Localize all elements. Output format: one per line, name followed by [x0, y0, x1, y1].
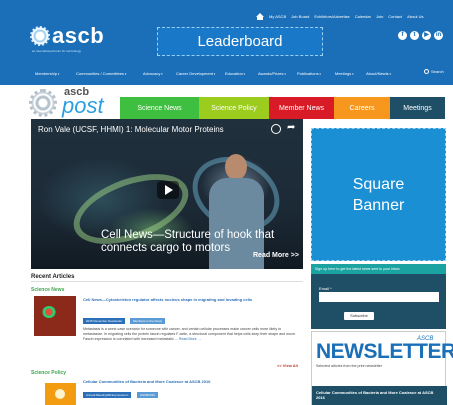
tab-meetings[interactable]: Meetings: [390, 97, 445, 119]
article-thumbnail[interactable]: [34, 296, 76, 336]
nav-membership[interactable]: Membership: [35, 71, 59, 76]
top-link-my-ascb[interactable]: My ASCB: [269, 14, 286, 19]
search-button[interactable]: Search: [424, 69, 444, 74]
youtube-icon[interactable]: ▶: [422, 31, 431, 40]
search-label: Search: [431, 69, 444, 74]
share-icon[interactable]: ➦: [287, 123, 295, 133]
post-category-tabs: Science News Science Policy Member News …: [120, 97, 445, 119]
search-icon: [424, 69, 429, 74]
newsletter-featured-title[interactable]: Cellular Communities of Bacteria and Mor…: [312, 386, 447, 405]
twitter-icon[interactable]: t: [410, 31, 419, 40]
video-read-more-link[interactable]: Read More >>: [253, 252, 299, 259]
article-excerpt: Metastasis is a worst-case scenario for …: [83, 327, 301, 342]
article-title[interactable]: Cell News—Cytoskeleton regulator affects…: [83, 297, 298, 302]
subscribe-button[interactable]: Subscribe: [344, 312, 374, 320]
watch-later-icon[interactable]: [271, 124, 281, 134]
logo-subtext: an international forum for cell biology: [32, 49, 82, 53]
linkedin-icon[interactable]: in: [434, 31, 443, 40]
tab-science-news[interactable]: Science News: [120, 97, 199, 119]
nav-career-development[interactable]: Career Development: [176, 71, 215, 76]
signup-heading: Sign up here to get the latest news sent…: [311, 264, 446, 274]
square-banner-line1: Square: [352, 175, 405, 193]
tab-careers[interactable]: Careers: [334, 97, 390, 119]
top-link-contact[interactable]: Contact: [388, 14, 402, 19]
nav-education[interactable]: Education: [225, 71, 245, 76]
nav-publications[interactable]: Publications: [297, 71, 321, 76]
top-links: My ASCB Job Board Exhibitors/Advertise C…: [256, 13, 424, 20]
ascb-logo[interactable]: ascb an international forum for cell bio…: [28, 24, 138, 54]
play-button[interactable]: [157, 181, 179, 199]
square-banner-line2: Banner: [352, 196, 405, 214]
email-field[interactable]: [319, 292, 439, 302]
featured-video[interactable]: Ron Vale (UCSF, HHMI) 1: Molecular Motor…: [31, 119, 303, 269]
site-header: My ASCB Job Board Exhibitors/Advertise C…: [0, 0, 453, 85]
logo-text: ascb: [52, 23, 105, 48]
top-link-calendar[interactable]: Calendar: [355, 14, 371, 19]
ascb-post-logo[interactable]: ascb post: [28, 86, 118, 118]
post-logo-word: post: [62, 93, 104, 118]
science-policy-label[interactable]: Science Policy: [31, 370, 66, 376]
tag-badge[interactable]: Annual Meeting/Minisymposium: [83, 392, 132, 398]
nav-communities[interactable]: Communities / Committees: [76, 71, 126, 76]
top-link-job-board[interactable]: Job Board: [291, 14, 309, 19]
ascb-post-flower-icon: [28, 88, 58, 118]
email-label: Email *: [319, 286, 332, 291]
home-icon[interactable]: [256, 13, 264, 20]
newsletter-promo[interactable]: ASCB NEWSLETTER Selected articles from t…: [311, 331, 453, 405]
leaderboard-ad[interactable]: Leaderboard: [157, 27, 323, 56]
tab-science-policy[interactable]: Science Policy: [199, 97, 269, 119]
tab-member-news[interactable]: Member News: [269, 97, 334, 119]
top-link-join[interactable]: Join: [376, 14, 383, 19]
nav-awards[interactable]: Awards/Prizes: [258, 71, 286, 76]
nav-about[interactable]: About/Newts: [366, 71, 391, 76]
tag-badge[interactable]: Members in the News: [130, 318, 166, 324]
newsletter-wordmark: NEWSLETTER: [316, 340, 453, 363]
newsletter-description: Selected articles from the print newslet…: [316, 364, 382, 368]
divider: [31, 281, 303, 282]
tag-badge[interactable]: ASCB2016: [137, 392, 158, 398]
view-all-link[interactable]: << View All: [277, 363, 298, 368]
top-link-about[interactable]: About Us: [407, 14, 423, 19]
article-read-more-link[interactable]: Read More →: [179, 337, 201, 341]
nav-advocacy[interactable]: Advocacy: [143, 71, 163, 76]
square-banner-ad[interactable]: Square Banner: [311, 128, 446, 261]
nav-meetings[interactable]: Meetings: [335, 71, 354, 76]
tag-badge[interactable]: 2015 December Newsletter: [83, 318, 126, 324]
newsletter-signup: Sign up here to get the latest news sent…: [311, 264, 446, 329]
presenter-head: [225, 154, 247, 180]
facebook-icon[interactable]: f: [398, 31, 407, 40]
video-title[interactable]: Ron Vale (UCSF, HHMI) 1: Molecular Motor…: [38, 125, 224, 134]
recent-articles-heading: Recent Articles: [31, 274, 75, 280]
ascb-flower-icon: [28, 24, 52, 48]
main-nav: Membership Communities / Committees Advo…: [0, 67, 453, 79]
article-title[interactable]: Cellular Communities of Bacteria and Mor…: [83, 379, 298, 384]
top-link-exhibitors[interactable]: Exhibitors/Advertise: [314, 14, 349, 19]
article-thumbnail[interactable]: [45, 383, 76, 405]
science-news-label[interactable]: Science News: [31, 287, 64, 293]
social-links: f t ▶ in: [398, 31, 443, 40]
